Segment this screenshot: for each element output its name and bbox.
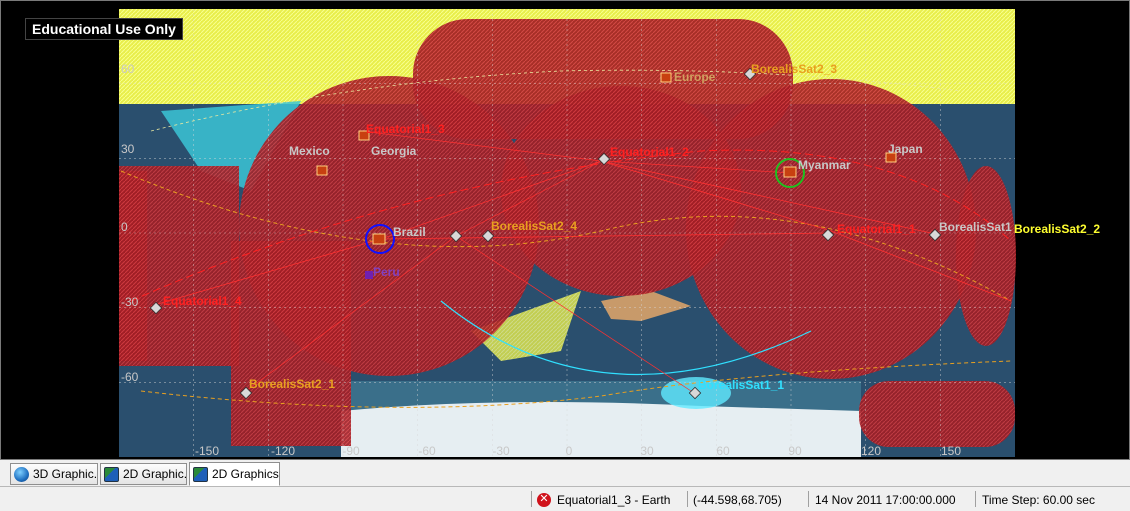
status-separator xyxy=(808,491,809,507)
lon-tick-label: -90 xyxy=(342,444,360,458)
sat-label-borealissat1-1: BorealisSat1_1 xyxy=(698,378,784,392)
status-time: 14 Nov 2011 17:00:00.000 xyxy=(815,492,956,507)
globe-icon xyxy=(14,466,29,482)
lat-tick-label: 30 xyxy=(121,142,135,156)
sat-label-borealissat2-3: BorealisSat2_3 xyxy=(751,62,837,76)
tab-3d-graphics[interactable]: 3D Graphic... xyxy=(10,463,98,485)
lon-tick-label: 120 xyxy=(861,444,881,458)
lon-tick-label: 90 xyxy=(788,444,802,458)
sat-label-equatorial1-1: Equatorial1_1 xyxy=(837,222,916,236)
tab-2d-graphics-active[interactable]: 2D Graphics ... xyxy=(189,462,280,486)
facility-label-peru: Peru xyxy=(373,265,400,279)
lat-tick-label: -60 xyxy=(121,370,139,384)
facility-label-myanmar: Myanmar xyxy=(798,158,851,172)
tab-label: 2D Graphics ... xyxy=(212,467,279,481)
status-separator xyxy=(531,491,532,507)
sat-label-equatorial1-2: Equatorial1_2 xyxy=(610,145,689,159)
lon-tick-label: -150 xyxy=(195,444,219,458)
status-separator xyxy=(687,491,688,507)
status-object-text: Equatorial1_3 - Earth xyxy=(557,492,671,507)
lon-tick-label: 30 xyxy=(640,444,654,458)
sat-label-borealissat2-4: BorealisSat2_4 xyxy=(491,219,577,233)
error-icon[interactable]: ✕ xyxy=(537,492,551,507)
sat-label-equatorial1-3: Equatorial1_3 xyxy=(366,122,445,136)
lon-tick-label: 60 xyxy=(716,444,730,458)
sat-label-equatorial1-4: Equatorial1_4 xyxy=(163,294,242,308)
map-icon xyxy=(193,466,208,482)
facility-label-mexico: Mexico xyxy=(289,144,330,158)
map-icon xyxy=(104,466,119,482)
sat-label-borealissat2-1: BorealisSat2_1 xyxy=(249,377,335,391)
status-object-field: ✕ Equatorial1_3 - Earth xyxy=(537,491,670,508)
status-separator xyxy=(975,491,976,507)
status-coords: (-44.598,68.705) xyxy=(693,492,782,507)
tab-2d-graphics-1[interactable]: 2D Graphic... xyxy=(100,463,187,485)
map-viewport[interactable]: -150 -120 -90 -60 -30 0 30 60 90 120 150… xyxy=(0,0,1130,460)
facility-label-brazil: Brazil xyxy=(393,225,426,239)
facility-label-europe: Europe xyxy=(674,70,716,84)
facility-label-japan: Japan xyxy=(888,142,923,156)
status-time-step: Time Step: 60.00 sec xyxy=(982,492,1095,507)
sat-label-borealissat2-2: BorealisSat2_2 xyxy=(1014,222,1100,236)
window-tab-bar: 3D Graphic... 2D Graphic... 2D Graphics … xyxy=(0,460,1130,487)
lon-tick-label: 150 xyxy=(941,444,961,458)
sat-label-borealissat1: BorealisSat1 xyxy=(939,220,1012,234)
lon-tick-label: -30 xyxy=(492,444,510,458)
tab-label: 2D Graphic... xyxy=(123,467,187,481)
lon-tick-label: -120 xyxy=(271,444,295,458)
world-map[interactable]: -150 -120 -90 -60 -30 0 30 60 90 120 150… xyxy=(1,1,1130,461)
status-bar: ✕ Equatorial1_3 - Earth (-44.598,68.705)… xyxy=(0,487,1130,511)
lon-tick-label: -60 xyxy=(418,444,436,458)
lat-tick-label: 0 xyxy=(121,220,128,234)
lat-tick-label: 60 xyxy=(121,62,135,76)
stk-application: -150 -120 -90 -60 -30 0 30 60 90 120 150… xyxy=(0,0,1130,511)
lon-tick-label: 0 xyxy=(566,444,573,458)
tab-label: 3D Graphic... xyxy=(33,467,98,481)
lat-tick-label: -30 xyxy=(121,295,139,309)
educational-watermark: Educational Use Only xyxy=(25,18,183,40)
facility-label-georgia: Georgia xyxy=(371,144,417,158)
